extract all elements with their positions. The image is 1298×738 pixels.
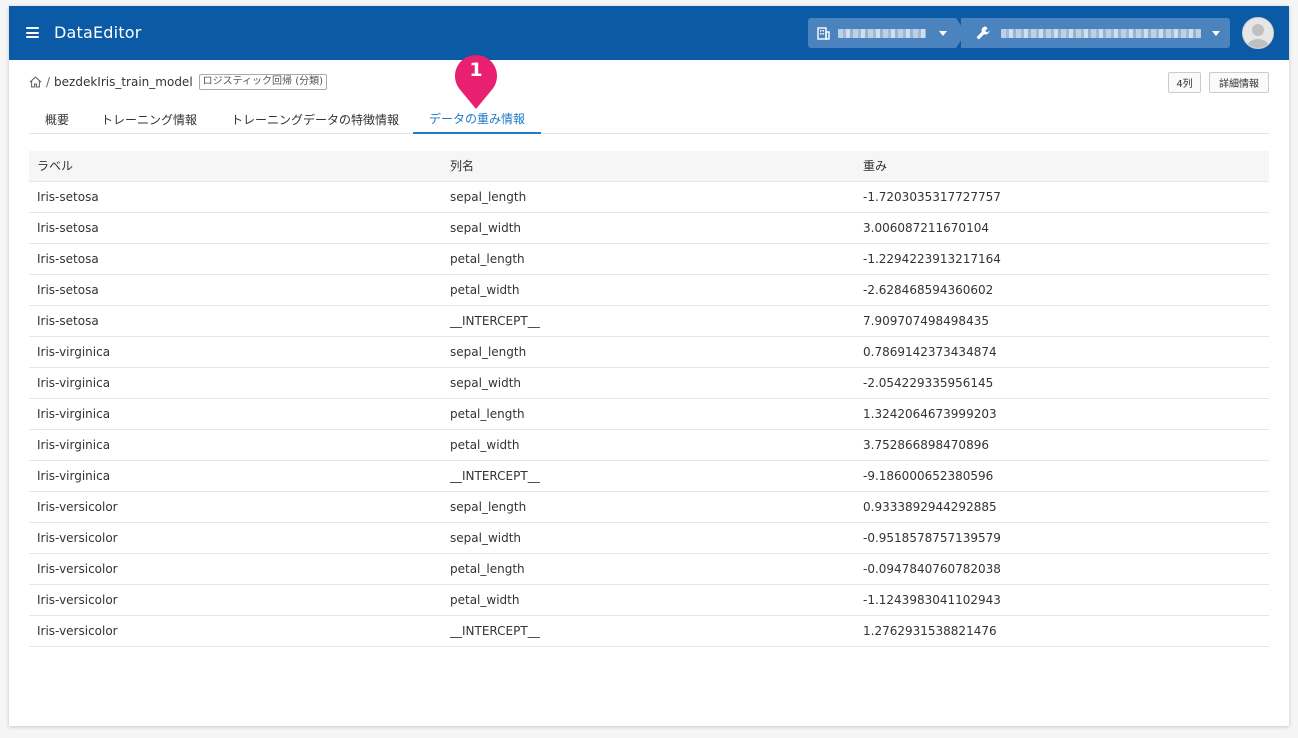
step-marker: 1: [452, 53, 500, 111]
cell-label: Iris-versicolor: [29, 553, 442, 585]
table-row: Iris-versicolor sepal_length 0.93338929442…: [29, 491, 1269, 523]
cell-column-name: petal_width: [442, 584, 855, 616]
cell-weight: -2.054229335956145: [855, 367, 1269, 399]
cell-column-name: petal_length: [442, 398, 855, 430]
cell-label: Iris-virginica: [29, 398, 442, 430]
cell-label: Iris-virginica: [29, 336, 442, 368]
table-row: Iris-virginica sepal_length 0.786914237343…: [29, 336, 1269, 368]
cell-column-name: __INTERCEPT__: [442, 460, 855, 492]
table-row: Iris-virginica petal_length 1.324206467399…: [29, 398, 1269, 430]
cell-weight: 0.9333892944292885: [855, 491, 1269, 523]
hamburger-icon[interactable]: [26, 27, 39, 38]
breadcrumb: / bezdekIris_train_model ロジスティック回帰 (分類): [29, 73, 328, 91]
table-row: Iris-setosa petal_width -2.628468594360602: [29, 274, 1269, 306]
cell-label: Iris-versicolor: [29, 522, 442, 554]
tab-training-data-features[interactable]: トレーニングデータの特徴情報: [217, 104, 413, 134]
building-icon: [817, 26, 830, 40]
cell-weight: -9.186000652380596: [855, 460, 1269, 492]
cell-column-name: sepal_length: [442, 491, 855, 523]
cell-weight: 1.3242064673999203: [855, 398, 1269, 430]
columns-count-button[interactable]: 4列: [1168, 72, 1201, 93]
cell-column-name: petal_width: [442, 429, 855, 461]
cell-weight: 1.2762931538821476: [855, 615, 1269, 647]
cell-column-name: sepal_length: [442, 336, 855, 368]
cell-label: Iris-versicolor: [29, 615, 442, 647]
cell-weight: 0.7869142373434874: [855, 336, 1269, 368]
cell-column-name: sepal_width: [442, 212, 855, 244]
step-marker-number: 1: [469, 59, 483, 81]
weights-table: ラベル 列名 重み Iris-setosa sepal_length -1.7203…: [29, 151, 1269, 647]
table-row: Iris-setosa petal_length -1.22942239132171…: [29, 243, 1269, 275]
column-header-column-name[interactable]: 列名: [442, 151, 855, 182]
avatar-icon: [1247, 24, 1269, 48]
cell-label: Iris-versicolor: [29, 491, 442, 523]
tab-overview[interactable]: 概要: [29, 104, 85, 134]
column-header-label[interactable]: ラベル: [29, 151, 442, 182]
app-window: DataEditor / bezdekIris_train_model ロジステ…: [9, 6, 1289, 726]
cell-weight: -0.0947840760782038: [855, 553, 1269, 585]
breadcrumb-separator: /: [46, 75, 51, 89]
cell-column-name: petal_width: [442, 274, 855, 306]
model-name: bezdekIris_train_model: [54, 75, 193, 89]
table-row: Iris-virginica sepal_width -2.054229335956…: [29, 367, 1269, 399]
cell-weight: -1.1243983041102943: [855, 584, 1269, 616]
cell-weight: -1.2294223913217164: [855, 243, 1269, 275]
cell-column-name: petal_length: [442, 243, 855, 275]
cell-column-name: petal_length: [442, 553, 855, 585]
table-row: Iris-virginica __INTERCEPT__ -9.1860006523…: [29, 460, 1269, 492]
cell-label: Iris-virginica: [29, 429, 442, 461]
cell-weight: -1.7203035317727757: [855, 181, 1269, 213]
table-row: Iris-setosa sepal_width 3.006087211670104: [29, 212, 1269, 244]
table-row: Iris-versicolor petal_width -1.12439830411…: [29, 584, 1269, 616]
cell-label: Iris-setosa: [29, 274, 442, 306]
cell-label: Iris-virginica: [29, 367, 442, 399]
chevron-down-icon: [939, 31, 947, 36]
table-row: Iris-versicolor petal_length -0.0947840760…: [29, 553, 1269, 585]
cell-label: Iris-setosa: [29, 305, 442, 337]
cell-weight: 7.909707498498435: [855, 305, 1269, 337]
table-row: Iris-setosa __INTERCEPT__ 7.90970749849843…: [29, 305, 1269, 337]
cell-column-name: sepal_width: [442, 367, 855, 399]
table-header-row: ラベル 列名 重み: [29, 151, 1269, 182]
organization-name-redacted: [838, 28, 926, 38]
cell-weight: 3.752866898470896: [855, 429, 1269, 461]
cell-label: Iris-setosa: [29, 243, 442, 275]
cell-column-name: sepal_length: [442, 181, 855, 213]
model-type-badge: ロジスティック回帰 (分類): [198, 74, 328, 90]
tab-bar: 概要 トレーニング情報 トレーニングデータの特徴情報 データの重み情報: [29, 104, 1269, 134]
table-row: Iris-setosa sepal_length -1.72030353177277…: [29, 181, 1269, 213]
table-row: Iris-versicolor sepal_width -0.95185787571…: [29, 522, 1269, 554]
cell-label: Iris-versicolor: [29, 584, 442, 616]
cell-weight: -0.9518578757139579: [855, 522, 1269, 554]
table-row: Iris-virginica petal_width 3.7528668984708…: [29, 429, 1269, 461]
cell-weight: 3.006087211670104: [855, 212, 1269, 244]
project-name-redacted: [1001, 28, 1201, 38]
project-selector[interactable]: [961, 18, 1230, 48]
column-header-weight[interactable]: 重み: [855, 151, 1269, 182]
cell-label: Iris-setosa: [29, 212, 442, 244]
cell-weight: -2.628468594360602: [855, 274, 1269, 306]
chevron-down-icon: [1212, 31, 1220, 36]
cell-column-name: __INTERCEPT__: [442, 305, 855, 337]
top-app-bar: DataEditor: [9, 6, 1289, 60]
user-avatar[interactable]: [1242, 17, 1274, 49]
home-icon[interactable]: [29, 76, 42, 88]
details-button[interactable]: 詳細情報: [1209, 72, 1269, 93]
app-title: DataEditor: [54, 23, 142, 42]
cell-label: Iris-virginica: [29, 460, 442, 492]
table-body: Iris-setosa sepal_length -1.72030353177277…: [29, 181, 1269, 647]
wrench-icon: [976, 26, 990, 40]
table-row: Iris-versicolor __INTERCEPT__ 1.2762931538…: [29, 615, 1269, 647]
cell-column-name: __INTERCEPT__: [442, 615, 855, 647]
cell-label: Iris-setosa: [29, 181, 442, 213]
cell-column-name: sepal_width: [442, 522, 855, 554]
tab-training-info[interactable]: トレーニング情報: [89, 104, 209, 134]
organization-selector[interactable]: [808, 18, 966, 48]
